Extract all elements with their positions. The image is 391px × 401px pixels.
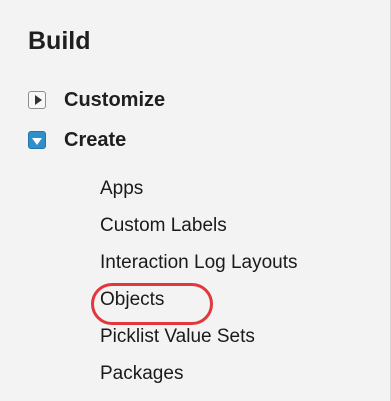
submenu-item-custom-labels[interactable]: Custom Labels: [100, 207, 298, 244]
submenu-item-label[interactable]: Apps: [100, 177, 143, 201]
submenu-item-label[interactable]: Custom Labels: [100, 214, 227, 238]
submenu-item-label[interactable]: Packages: [100, 362, 183, 386]
nav-group-customize[interactable]: Customize: [28, 86, 165, 114]
submenu-item-packages[interactable]: Packages: [100, 355, 298, 392]
submenu-item-label[interactable]: Picklist Value Sets: [100, 325, 255, 349]
nav-group-label[interactable]: Create: [64, 128, 126, 152]
triangle-right-icon: [34, 95, 42, 105]
section-title-build: Build: [28, 27, 91, 55]
submenu-item-label[interactable]: Objects: [100, 288, 164, 312]
nav-group-create[interactable]: Create: [28, 126, 126, 154]
triangle-down-icon: [32, 137, 42, 145]
submenu-item-apps[interactable]: Apps: [100, 170, 298, 207]
submenu-item-objects[interactable]: Objects: [100, 281, 298, 318]
nav-group-label[interactable]: Customize: [64, 88, 165, 112]
create-submenu: Apps Custom Labels Interaction Log Layou…: [100, 170, 298, 392]
expand-toggle-icon[interactable]: [28, 91, 46, 109]
submenu-item-picklist-value-sets[interactable]: Picklist Value Sets: [100, 318, 298, 355]
collapse-toggle-icon[interactable]: [28, 131, 46, 149]
submenu-item-label[interactable]: Interaction Log Layouts: [100, 251, 298, 275]
submenu-item-interaction-log-layouts[interactable]: Interaction Log Layouts: [100, 244, 298, 281]
setup-sidebar: Build Customize Create Apps Custom Label…: [0, 0, 391, 401]
